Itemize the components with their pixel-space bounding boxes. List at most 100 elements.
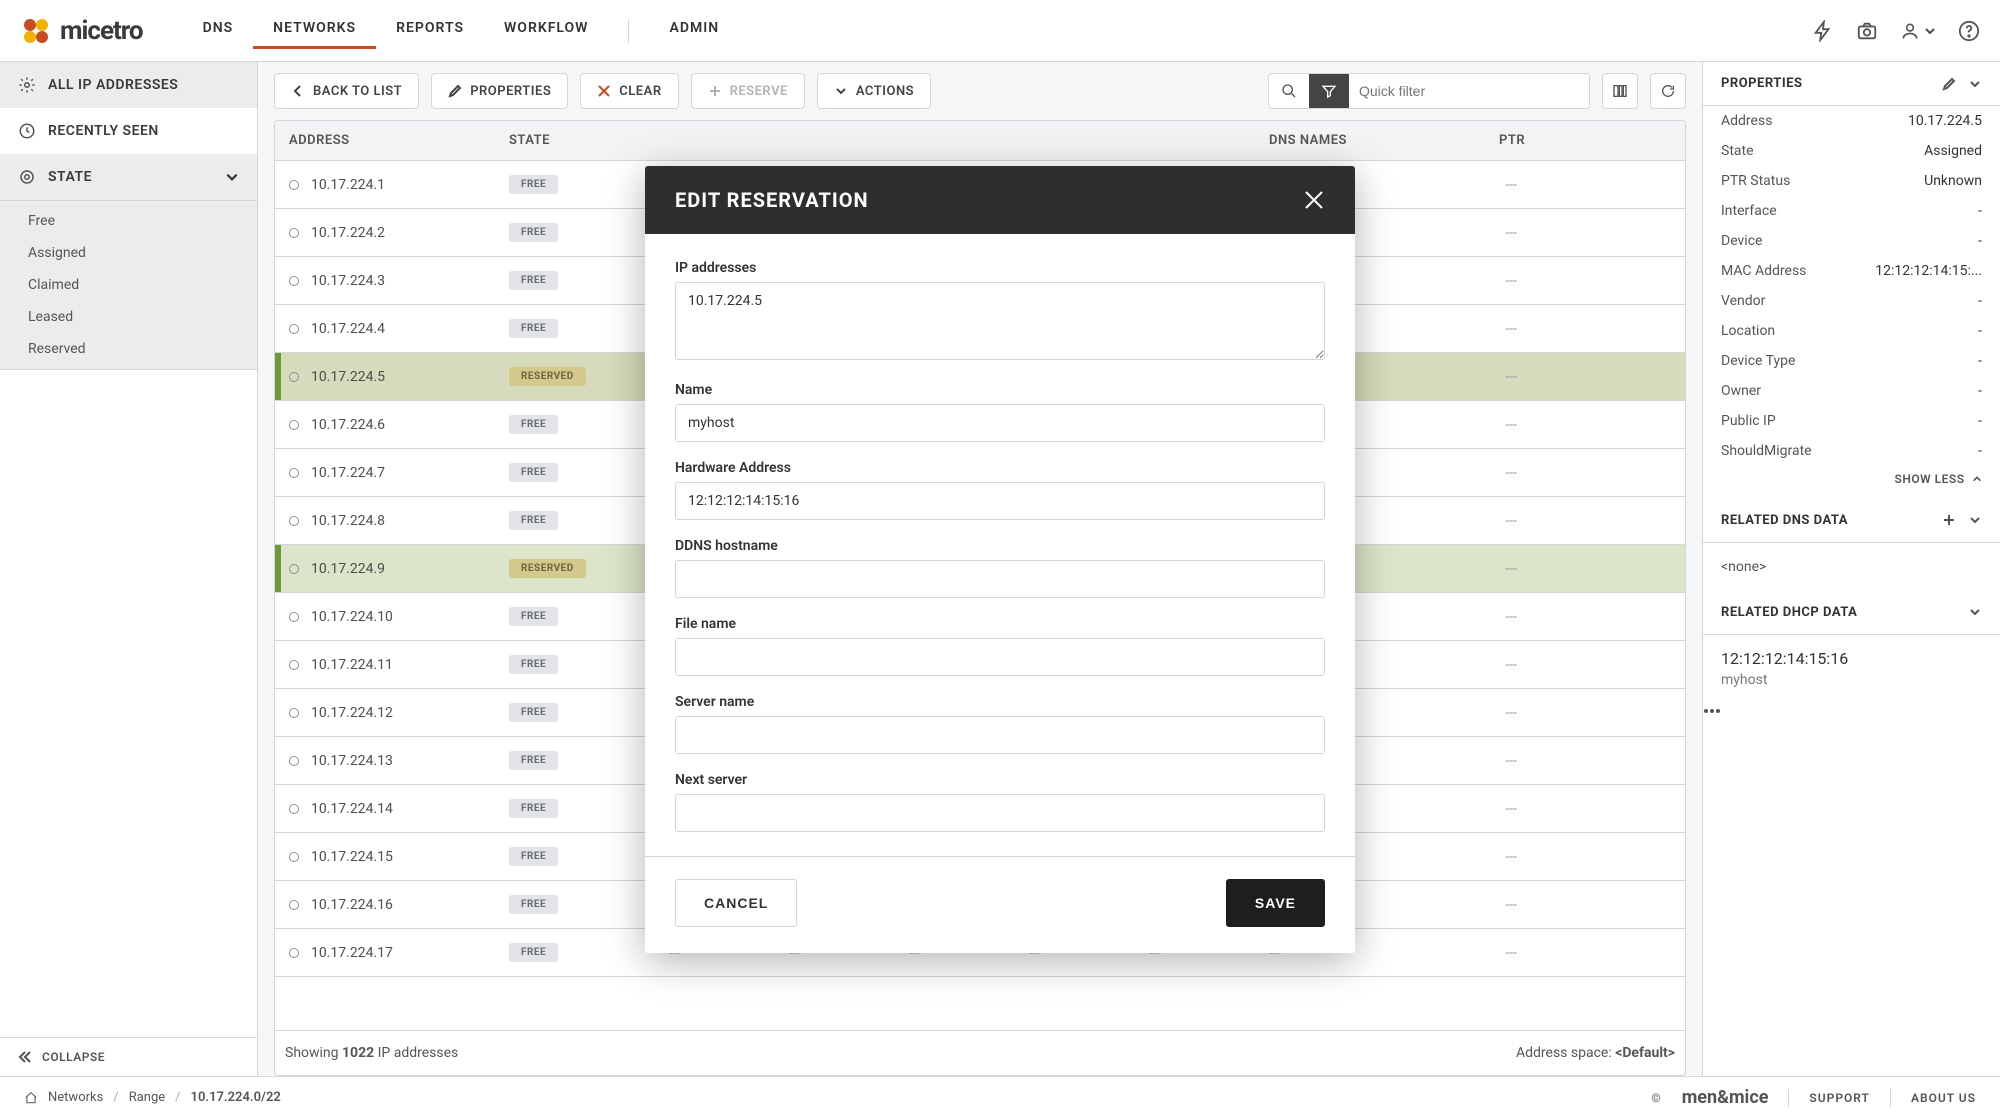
sidebar-item-recently-seen[interactable]: RECENTLY SEEN (0, 108, 257, 154)
crumb-range[interactable]: Range (129, 1090, 165, 1105)
cell-state: FREE (495, 223, 655, 242)
property-row: MAC Address12:12:12:14:15:... (1703, 256, 2000, 286)
dhcp-name: myhost (1721, 672, 1982, 688)
col-header-dns[interactable]: DNS NAMES (1255, 121, 1485, 160)
columns-button[interactable] (1602, 73, 1638, 109)
close-icon (597, 84, 611, 98)
server-name-input[interactable] (675, 716, 1325, 754)
more-icon[interactable] (1703, 702, 1721, 718)
close-icon[interactable] (1303, 189, 1325, 211)
crumb-sep: / (113, 1090, 118, 1105)
bolt-icon[interactable] (1812, 20, 1834, 42)
home-icon[interactable] (24, 1091, 38, 1105)
row-state-marker (275, 737, 281, 784)
property-key: Vendor (1721, 293, 1765, 309)
chevron-down-icon[interactable] (1968, 513, 1982, 527)
hardware-address-input[interactable] (675, 482, 1325, 520)
cell-state: FREE (495, 511, 655, 530)
state-filter-reserved[interactable]: Reserved (0, 333, 257, 365)
col-header-ptr[interactable]: PTR (1485, 121, 1545, 160)
cell-state: RESERVED (495, 367, 655, 386)
app-logo[interactable]: micetro (20, 15, 143, 47)
state-pill: FREE (509, 319, 558, 338)
chevron-down-icon[interactable] (1968, 77, 1982, 91)
ip-text: 10.17.224.13 (311, 753, 393, 769)
save-button[interactable]: SAVE (1226, 879, 1325, 927)
crumb-current[interactable]: 10.17.224.0/22 (191, 1090, 281, 1105)
dialog-body: IP addresses Name Hardware Address DDNS … (645, 234, 1355, 856)
field-label: Hardware Address (675, 460, 1325, 476)
col-header-address[interactable]: ADDRESS (275, 121, 495, 160)
state-pill: RESERVED (509, 367, 586, 386)
back-to-list-button[interactable]: BACK TO LIST (274, 73, 419, 109)
refresh-button[interactable] (1650, 73, 1686, 109)
file-name-input[interactable] (675, 638, 1325, 676)
search-icon[interactable] (1269, 74, 1309, 108)
field-label: Next server (675, 772, 1325, 788)
camera-icon[interactable] (1856, 20, 1878, 42)
sidebar-item-label: STATE (48, 169, 92, 185)
col-header-state[interactable]: STATE (495, 121, 655, 160)
state-filter-leased[interactable]: Leased (0, 301, 257, 333)
label: SHOW LESS (1895, 472, 1965, 486)
status-ring-icon (289, 660, 299, 670)
support-link[interactable]: SUPPORT (1809, 1091, 1870, 1105)
quick-filter-input[interactable] (1349, 74, 1589, 108)
dhcp-item[interactable]: 12:12:12:14:15:16 myhost (1703, 635, 2000, 718)
property-key: Device (1721, 233, 1762, 249)
filter-icon[interactable] (1309, 74, 1349, 108)
state-pill: FREE (509, 415, 558, 434)
cell-address: 10.17.224.10 (275, 609, 495, 625)
cell-state: FREE (495, 607, 655, 626)
state-filter-assigned[interactable]: Assigned (0, 237, 257, 269)
field-label: Server name (675, 694, 1325, 710)
cell-ptr: --- (1485, 321, 1545, 337)
user-menu[interactable] (1900, 21, 1936, 41)
cell-ptr: --- (1485, 753, 1545, 769)
ip-text: 10.17.224.4 (311, 321, 385, 337)
top-nav-items: DNSNETWORKSREPORTSWORKFLOW (183, 12, 609, 49)
chevron-down-icon[interactable] (1968, 605, 1982, 619)
property-row: Interface- (1703, 196, 2000, 226)
grid-header: ADDRESS STATE DNS NAMES PTR (275, 121, 1685, 161)
sidebar-item-state[interactable]: STATE (0, 154, 257, 200)
state-filter-claimed[interactable]: Claimed (0, 269, 257, 301)
plus-icon[interactable] (1942, 513, 1956, 527)
nav-reports[interactable]: REPORTS (376, 12, 484, 49)
properties-button[interactable]: PROPERTIES (431, 73, 568, 109)
row-state-marker (275, 785, 281, 832)
about-link[interactable]: ABOUT US (1911, 1091, 1976, 1105)
clock-icon (18, 122, 36, 140)
clear-button[interactable]: CLEAR (580, 73, 678, 109)
cell-address: 10.17.224.7 (275, 465, 495, 481)
crumb-networks[interactable]: Networks (48, 1090, 103, 1105)
help-icon[interactable] (1958, 20, 1980, 42)
pencil-icon (448, 84, 462, 98)
nav-dns[interactable]: DNS (183, 12, 254, 49)
collapse-sidebar-button[interactable]: COLLAPSE (0, 1037, 257, 1076)
next-server-input[interactable] (675, 794, 1325, 832)
state-pill: FREE (509, 511, 558, 530)
state-pill: RESERVED (509, 559, 586, 578)
toolbar: BACK TO LIST PROPERTIES CLEAR RESERVE (258, 62, 1702, 120)
ip-text: 10.17.224.2 (311, 225, 385, 241)
ip-text: 10.17.224.8 (311, 513, 385, 529)
ip-addresses-input[interactable] (675, 282, 1325, 360)
actions-menu-button[interactable]: ACTIONS (817, 73, 931, 109)
cancel-button[interactable]: CANCEL (675, 879, 797, 927)
properties-header: PROPERTIES (1703, 62, 2000, 106)
property-row: Address10.17.224.5 (1703, 106, 2000, 136)
status-ring-icon (289, 468, 299, 478)
ddns-hostname-input[interactable] (675, 560, 1325, 598)
pencil-icon[interactable] (1942, 77, 1956, 91)
nav-admin[interactable]: ADMIN (649, 12, 739, 49)
button-label: ACTIONS (856, 84, 914, 99)
sidebar-item-all-ip[interactable]: ALL IP ADDRESSES (0, 62, 257, 108)
property-value: - (1978, 293, 1982, 309)
state-filter-free[interactable]: Free (0, 205, 257, 237)
nav-networks[interactable]: NETWORKS (253, 12, 376, 49)
nav-workflow[interactable]: WORKFLOW (484, 12, 608, 49)
show-less-toggle[interactable]: SHOW LESS (1703, 466, 2000, 499)
user-icon (1900, 21, 1920, 41)
name-input[interactable] (675, 404, 1325, 442)
